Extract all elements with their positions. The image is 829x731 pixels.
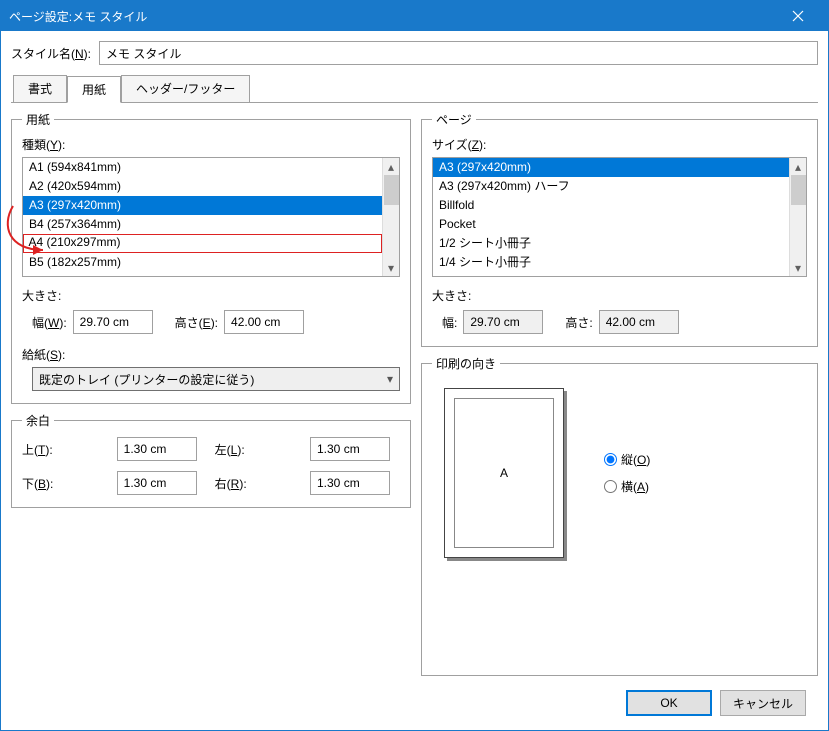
- titlebar: ページ設定:メモ スタイル: [1, 1, 828, 31]
- list-item[interactable]: 1/4 シート小冊子: [433, 253, 789, 272]
- list-item[interactable]: A2 (420x594mm): [23, 177, 382, 196]
- page-width-label: 幅:: [442, 314, 457, 331]
- dialog-body: スタイル名(N): 書式 用紙 ヘッダー/フッター 用紙 種類(Y): A1 (…: [1, 31, 828, 730]
- page-width-input: [463, 310, 543, 334]
- page-height-label: 高さ:: [565, 314, 592, 331]
- dialog-footer: OK キャンセル: [11, 676, 818, 730]
- list-item[interactable]: A4 (210x297mm): [23, 234, 382, 253]
- list-item[interactable]: Pocket: [433, 215, 789, 234]
- list-item[interactable]: Billfold: [433, 196, 789, 215]
- orientation-landscape-radio[interactable]: 横(A): [604, 478, 650, 495]
- margin-left-label: 左(L):: [215, 441, 302, 458]
- paper-height-label: 高さ(E):: [175, 314, 218, 331]
- paper-type-listbox[interactable]: A1 (594x841mm) A2 (420x594mm) A3 (297x42…: [22, 157, 400, 277]
- margins-group: 余白 上(T): 左(L): 下(B): 右(R):: [11, 412, 411, 508]
- list-item[interactable]: A3 (297x420mm): [23, 196, 382, 215]
- page-group: ページ サイズ(Z): A3 (297x420mm) A3 (297x420mm…: [421, 111, 818, 347]
- radio-input[interactable]: [604, 453, 617, 466]
- paper-width-input[interactable]: [73, 310, 153, 334]
- orientation-preview: A: [444, 388, 564, 558]
- tab-strip: 書式 用紙 ヘッダー/フッター: [11, 75, 818, 103]
- paper-type-label: 種類(Y):: [22, 136, 400, 153]
- list-item[interactable]: 1/2 シート小冊子: [433, 234, 789, 253]
- margin-right-input[interactable]: [310, 471, 390, 495]
- tab-headerfooter[interactable]: ヘッダー/フッター: [121, 75, 250, 102]
- list-item[interactable]: A3 (297x420mm) ハーフ: [433, 177, 789, 196]
- preview-letter: A: [500, 466, 508, 480]
- margins-legend: 余白: [22, 412, 54, 429]
- scrollbar[interactable]: ▴ ▾: [382, 158, 399, 276]
- close-button[interactable]: [776, 1, 820, 31]
- tab-paper[interactable]: 用紙: [67, 76, 121, 103]
- scroll-down-icon[interactable]: ▾: [790, 259, 807, 276]
- margin-bottom-label: 下(B):: [22, 475, 109, 492]
- scroll-up-icon[interactable]: ▴: [790, 158, 807, 175]
- paper-group: 用紙 種類(Y): A1 (594x841mm) A2 (420x594mm) …: [11, 111, 411, 404]
- page-size-label: サイズ(Z):: [432, 136, 807, 153]
- paper-width-label: 幅(W):: [32, 314, 67, 331]
- cancel-button[interactable]: キャンセル: [720, 690, 806, 716]
- radio-input[interactable]: [604, 480, 617, 493]
- orientation-portrait-radio[interactable]: 縦(O): [604, 451, 650, 468]
- paper-height-input[interactable]: [224, 310, 304, 334]
- list-item[interactable]: B5 (182x257mm): [23, 253, 382, 272]
- tab-content: 用紙 種類(Y): A1 (594x841mm) A2 (420x594mm) …: [11, 111, 818, 676]
- portrait-label: 縦(O): [621, 451, 650, 468]
- right-column: ページ サイズ(Z): A3 (297x420mm) A3 (297x420mm…: [421, 111, 818, 676]
- paper-source-value: 既定のトレイ (プリンターの設定に従う): [33, 368, 381, 390]
- page-setup-dialog: ページ設定:メモ スタイル スタイル名(N): 書式 用紙 ヘッダー/フッター …: [0, 0, 829, 731]
- window-title: ページ設定:メモ スタイル: [9, 8, 776, 25]
- scroll-down-icon[interactable]: ▾: [383, 259, 400, 276]
- chevron-down-icon: ▾: [381, 368, 399, 390]
- paper-source-combo[interactable]: 既定のトレイ (プリンターの設定に従う) ▾: [32, 367, 400, 391]
- page-legend: ページ: [432, 111, 476, 128]
- orientation-legend: 印刷の向き: [432, 355, 500, 372]
- style-name-row: スタイル名(N):: [11, 41, 818, 65]
- orientation-group: 印刷の向き A 縦(O) 横(A): [421, 355, 818, 676]
- style-name-label: スタイル名(N):: [11, 45, 91, 62]
- scroll-up-icon[interactable]: ▴: [383, 158, 400, 175]
- list-item[interactable]: B4 (257x364mm): [23, 215, 382, 234]
- margin-top-label: 上(T):: [22, 441, 109, 458]
- close-icon: [792, 10, 804, 22]
- paper-size-label: 大きさ:: [22, 287, 400, 304]
- scrollbar[interactable]: ▴ ▾: [789, 158, 806, 276]
- scroll-thumb[interactable]: [791, 175, 806, 205]
- style-name-input[interactable]: [99, 41, 818, 65]
- margin-bottom-input[interactable]: [117, 471, 197, 495]
- paper-legend: 用紙: [22, 111, 54, 128]
- paper-source-label: 給紙(S):: [22, 346, 400, 363]
- ok-button[interactable]: OK: [626, 690, 712, 716]
- page-height-input: [599, 310, 679, 334]
- page-size-listbox[interactable]: A3 (297x420mm) A3 (297x420mm) ハーフ Billfo…: [432, 157, 807, 277]
- left-column: 用紙 種類(Y): A1 (594x841mm) A2 (420x594mm) …: [11, 111, 411, 676]
- list-item[interactable]: A3 (297x420mm): [433, 158, 789, 177]
- scroll-thumb[interactable]: [384, 175, 399, 205]
- page-size-text: 大きさ:: [432, 287, 807, 304]
- margin-left-input[interactable]: [310, 437, 390, 461]
- margin-top-input[interactable]: [117, 437, 197, 461]
- landscape-label: 横(A): [621, 478, 649, 495]
- tab-format[interactable]: 書式: [13, 75, 67, 102]
- margin-right-label: 右(R):: [215, 475, 302, 492]
- list-item[interactable]: A1 (594x841mm): [23, 158, 382, 177]
